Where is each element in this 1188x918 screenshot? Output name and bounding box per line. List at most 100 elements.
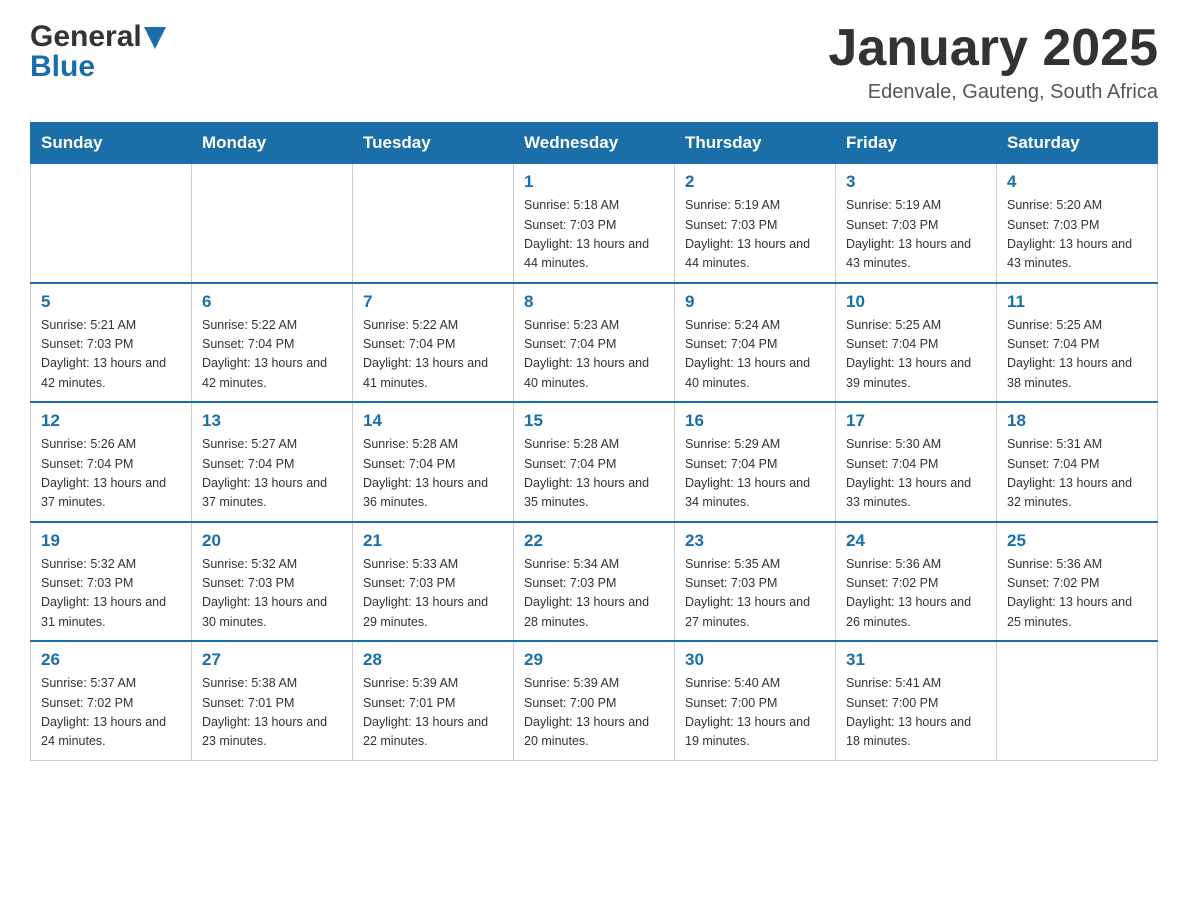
day-info: Sunrise: 5:35 AM Sunset: 7:03 PM Dayligh… xyxy=(685,555,825,633)
day-number: 29 xyxy=(524,650,664,670)
calendar-day-cell xyxy=(353,164,514,283)
day-number: 7 xyxy=(363,292,503,312)
calendar-day-cell: 14 Sunrise: 5:28 AM Sunset: 7:04 PM Dayli… xyxy=(353,402,514,522)
day-number: 6 xyxy=(202,292,342,312)
day-info: Sunrise: 5:28 AM Sunset: 7:04 PM Dayligh… xyxy=(363,435,503,513)
day-info: Sunrise: 5:33 AM Sunset: 7:03 PM Dayligh… xyxy=(363,555,503,633)
day-number: 26 xyxy=(41,650,181,670)
day-info: Sunrise: 5:26 AM Sunset: 7:04 PM Dayligh… xyxy=(41,435,181,513)
calendar-day-cell: 29 Sunrise: 5:39 AM Sunset: 7:00 PM Dayli… xyxy=(514,641,675,760)
calendar-day-cell: 21 Sunrise: 5:33 AM Sunset: 7:03 PM Dayli… xyxy=(353,522,514,642)
day-number: 22 xyxy=(524,531,664,551)
day-of-week-header: Wednesday xyxy=(514,123,675,164)
calendar-day-cell: 3 Sunrise: 5:19 AM Sunset: 7:03 PM Daylig… xyxy=(836,164,997,283)
day-number: 1 xyxy=(524,172,664,192)
calendar-day-cell: 18 Sunrise: 5:31 AM Sunset: 7:04 PM Dayli… xyxy=(997,402,1158,522)
day-info: Sunrise: 5:28 AM Sunset: 7:04 PM Dayligh… xyxy=(524,435,664,513)
day-of-week-header: Monday xyxy=(192,123,353,164)
day-info: Sunrise: 5:19 AM Sunset: 7:03 PM Dayligh… xyxy=(846,196,986,274)
logo-triangle-icon xyxy=(144,27,166,49)
calendar-week-row: 5Sunrise: 5:21 AM Sunset: 7:03 PM Daylig… xyxy=(31,283,1158,403)
day-number: 25 xyxy=(1007,531,1147,551)
day-number: 21 xyxy=(363,531,503,551)
calendar-table: SundayMondayTuesdayWednesdayThursdayFrid… xyxy=(30,122,1158,761)
day-number: 9 xyxy=(685,292,825,312)
day-number: 30 xyxy=(685,650,825,670)
day-of-week-header: Saturday xyxy=(997,123,1158,164)
day-number: 3 xyxy=(846,172,986,192)
calendar-day-cell: 2 Sunrise: 5:19 AM Sunset: 7:03 PM Daylig… xyxy=(675,164,836,283)
day-number: 10 xyxy=(846,292,986,312)
day-number: 24 xyxy=(846,531,986,551)
logo-blue-text: Blue xyxy=(30,50,95,84)
calendar-day-cell xyxy=(997,641,1158,760)
calendar-day-cell: 8Sunrise: 5:23 AM Sunset: 7:04 PM Daylig… xyxy=(514,283,675,403)
logo: General Blue xyxy=(30,20,166,84)
day-info: Sunrise: 5:39 AM Sunset: 7:01 PM Dayligh… xyxy=(363,674,503,752)
calendar-week-row: 1 Sunrise: 5:18 AM Sunset: 7:03 PM Daylig… xyxy=(31,164,1158,283)
calendar-day-cell: 20Sunrise: 5:32 AM Sunset: 7:03 PM Dayli… xyxy=(192,522,353,642)
calendar-day-cell: 28 Sunrise: 5:39 AM Sunset: 7:01 PM Dayli… xyxy=(353,641,514,760)
day-info: Sunrise: 5:23 AM Sunset: 7:04 PM Dayligh… xyxy=(524,316,664,394)
day-number: 17 xyxy=(846,411,986,431)
day-number: 16 xyxy=(685,411,825,431)
calendar-day-cell: 15 Sunrise: 5:28 AM Sunset: 7:04 PM Dayli… xyxy=(514,402,675,522)
day-number: 15 xyxy=(524,411,664,431)
day-info: Sunrise: 5:22 AM Sunset: 7:04 PM Dayligh… xyxy=(363,316,503,394)
day-info: Sunrise: 5:25 AM Sunset: 7:04 PM Dayligh… xyxy=(1007,316,1147,394)
day-of-week-header: Thursday xyxy=(675,123,836,164)
day-number: 12 xyxy=(41,411,181,431)
calendar-day-cell: 10 Sunrise: 5:25 AM Sunset: 7:04 PM Dayli… xyxy=(836,283,997,403)
day-info: Sunrise: 5:36 AM Sunset: 7:02 PM Dayligh… xyxy=(846,555,986,633)
day-info: Sunrise: 5:25 AM Sunset: 7:04 PM Dayligh… xyxy=(846,316,986,394)
day-info: Sunrise: 5:21 AM Sunset: 7:03 PM Dayligh… xyxy=(41,316,181,394)
title-area: January 2025 Edenvale, Gauteng, South Af… xyxy=(828,20,1158,104)
calendar-day-cell: 30Sunrise: 5:40 AM Sunset: 7:00 PM Dayli… xyxy=(675,641,836,760)
calendar-day-cell: 27Sunrise: 5:38 AM Sunset: 7:01 PM Dayli… xyxy=(192,641,353,760)
calendar-day-cell: 4 Sunrise: 5:20 AM Sunset: 7:03 PM Daylig… xyxy=(997,164,1158,283)
calendar-day-cell: 9 Sunrise: 5:24 AM Sunset: 7:04 PM Daylig… xyxy=(675,283,836,403)
calendar-week-row: 12 Sunrise: 5:26 AM Sunset: 7:04 PM Dayli… xyxy=(31,402,1158,522)
day-info: Sunrise: 5:36 AM Sunset: 7:02 PM Dayligh… xyxy=(1007,555,1147,633)
day-number: 31 xyxy=(846,650,986,670)
day-of-week-header: Tuesday xyxy=(353,123,514,164)
day-info: Sunrise: 5:39 AM Sunset: 7:00 PM Dayligh… xyxy=(524,674,664,752)
day-info: Sunrise: 5:32 AM Sunset: 7:03 PM Dayligh… xyxy=(41,555,181,633)
day-info: Sunrise: 5:38 AM Sunset: 7:01 PM Dayligh… xyxy=(202,674,342,752)
day-number: 19 xyxy=(41,531,181,551)
calendar-day-cell: 1 Sunrise: 5:18 AM Sunset: 7:03 PM Daylig… xyxy=(514,164,675,283)
day-info: Sunrise: 5:37 AM Sunset: 7:02 PM Dayligh… xyxy=(41,674,181,752)
day-number: 14 xyxy=(363,411,503,431)
calendar-day-cell: 6 Sunrise: 5:22 AM Sunset: 7:04 PM Daylig… xyxy=(192,283,353,403)
day-info: Sunrise: 5:41 AM Sunset: 7:00 PM Dayligh… xyxy=(846,674,986,752)
day-number: 4 xyxy=(1007,172,1147,192)
day-number: 23 xyxy=(685,531,825,551)
calendar-day-cell: 25 Sunrise: 5:36 AM Sunset: 7:02 PM Dayli… xyxy=(997,522,1158,642)
day-info: Sunrise: 5:22 AM Sunset: 7:04 PM Dayligh… xyxy=(202,316,342,394)
day-number: 11 xyxy=(1007,292,1147,312)
calendar-day-cell xyxy=(31,164,192,283)
day-info: Sunrise: 5:18 AM Sunset: 7:03 PM Dayligh… xyxy=(524,196,664,274)
calendar-day-cell: 17 Sunrise: 5:30 AM Sunset: 7:04 PM Dayli… xyxy=(836,402,997,522)
day-number: 2 xyxy=(685,172,825,192)
day-number: 18 xyxy=(1007,411,1147,431)
day-info: Sunrise: 5:30 AM Sunset: 7:04 PM Dayligh… xyxy=(846,435,986,513)
day-of-week-header: Sunday xyxy=(31,123,192,164)
day-info: Sunrise: 5:24 AM Sunset: 7:04 PM Dayligh… xyxy=(685,316,825,394)
calendar-day-cell: 19 Sunrise: 5:32 AM Sunset: 7:03 PM Dayli… xyxy=(31,522,192,642)
header: General Blue January 2025 Edenvale, Gaut… xyxy=(30,20,1158,104)
calendar-day-cell: 12 Sunrise: 5:26 AM Sunset: 7:04 PM Dayli… xyxy=(31,402,192,522)
calendar-day-cell xyxy=(192,164,353,283)
calendar-day-cell: 26 Sunrise: 5:37 AM Sunset: 7:02 PM Dayli… xyxy=(31,641,192,760)
day-number: 28 xyxy=(363,650,503,670)
calendar-day-cell: 11 Sunrise: 5:25 AM Sunset: 7:04 PM Dayli… xyxy=(997,283,1158,403)
day-info: Sunrise: 5:19 AM Sunset: 7:03 PM Dayligh… xyxy=(685,196,825,274)
day-info: Sunrise: 5:31 AM Sunset: 7:04 PM Dayligh… xyxy=(1007,435,1147,513)
day-info: Sunrise: 5:20 AM Sunset: 7:03 PM Dayligh… xyxy=(1007,196,1147,274)
calendar-day-cell: 5Sunrise: 5:21 AM Sunset: 7:03 PM Daylig… xyxy=(31,283,192,403)
day-info: Sunrise: 5:32 AM Sunset: 7:03 PM Dayligh… xyxy=(202,555,342,633)
day-number: 13 xyxy=(202,411,342,431)
day-info: Sunrise: 5:29 AM Sunset: 7:04 PM Dayligh… xyxy=(685,435,825,513)
calendar-day-cell: 13Sunrise: 5:27 AM Sunset: 7:04 PM Dayli… xyxy=(192,402,353,522)
calendar-header-row: SundayMondayTuesdayWednesdayThursdayFrid… xyxy=(31,123,1158,164)
